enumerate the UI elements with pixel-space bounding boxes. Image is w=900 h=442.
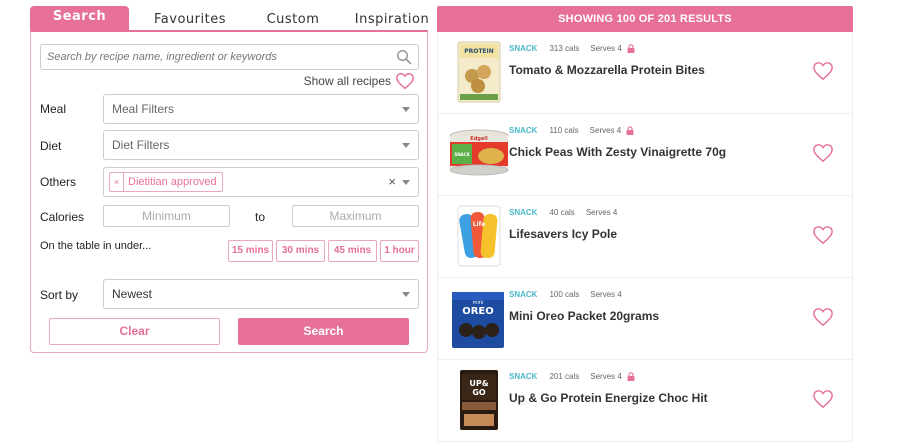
search-button[interactable]: Search [238,318,409,345]
favourite-heart-icon[interactable] [812,307,834,327]
favourite-heart-icon[interactable] [812,61,834,81]
chevron-down-icon [402,107,410,112]
tab-search[interactable]: Search [30,6,129,30]
show-all-label: Show all recipes [303,74,391,88]
serves-text: Serves 4 [590,44,622,53]
lock-icon [627,44,635,53]
calories-text: 40 cals [549,208,575,217]
meal-type-label: SNACK [509,290,538,299]
meal-select-value: Meal Filters [112,102,175,116]
lock-icon [627,372,635,381]
tab-inspiration[interactable]: Inspiration [342,6,442,30]
result-item[interactable]: OREO mini SNACK 100 cals Serves 4 Mini O… [438,278,852,360]
results-header: SHOWING 100 OF 201 RESULTS [437,6,853,32]
calories-text: 110 cals [549,126,579,135]
calories-label: Calories [40,210,85,224]
calories-text: 313 cals [549,44,580,53]
product-image: SNACK Edgell [449,129,509,176]
meal-type-label: SNACK [509,126,538,135]
lock-icon [626,126,634,135]
favourite-heart-icon[interactable] [812,389,834,409]
serves-text: Serves 4 [590,372,622,381]
favourite-heart-icon[interactable] [812,225,834,245]
svg-text:SNACK: SNACK [454,152,470,157]
result-meta: SNACK 110 cals Serves 4 [509,126,634,135]
result-title[interactable]: Lifesavers Icy Pole [509,227,617,241]
product-image: Life [457,205,501,267]
diet-select-value: Diet Filters [112,138,170,152]
time-30-button[interactable]: 30 mins [276,240,325,262]
diet-select[interactable]: Diet Filters [103,130,419,160]
calories-text: 201 cals [549,372,580,381]
meal-select[interactable]: Meal Filters [103,94,419,124]
sort-label: Sort by [40,288,79,302]
svg-text:PROTEIN: PROTEIN [464,48,494,55]
time-60-button[interactable]: 1 hour [380,240,419,262]
product-image: OREO mini [452,292,504,348]
result-meta: SNACK 313 cals Serves 4 [509,44,635,53]
result-title[interactable]: Tomato & Mozzarella Protein Bites [509,63,705,77]
clear-selection-icon[interactable]: × [388,168,396,196]
recipe-tabs: Search Favourites Custom Inspiration [30,6,429,30]
meal-type-label: SNACK [509,372,538,381]
svg-text:Edgell: Edgell [470,136,488,142]
result-title[interactable]: Up & Go Protein Energize Choc Hit [509,391,708,405]
meal-label: Meal [40,102,67,116]
meal-type-label: SNACK [509,44,538,53]
result-item[interactable]: UP& GO SNACK 201 cals Serves 4 Up & Go P… [438,360,852,442]
others-select[interactable]: × Dietitian approved × [103,167,419,197]
svg-text:OREO: OREO [462,306,494,317]
result-item[interactable]: PROTEIN SNACK 313 cals Serves 4 Tomato &… [438,32,852,114]
chevron-down-icon [402,143,410,148]
result-title[interactable]: Chick Peas With Zesty Vinaigrette 70g [509,145,726,159]
chevron-down-icon [402,180,410,185]
result-item[interactable]: Life SNACK 40 cals Serves 4 Lifesavers I… [438,196,852,278]
chevron-down-icon [402,292,410,297]
result-meta: SNACK 100 cals Serves 4 [509,290,622,299]
calories-text: 100 cals [549,290,580,299]
result-item[interactable]: SNACK Edgell SNACK 110 cals Serves 4 Chi… [438,114,852,196]
search-box [40,44,419,70]
sort-select-value: Newest [112,287,153,301]
chip-remove-button[interactable]: × [110,173,124,191]
search-icon[interactable] [396,49,412,65]
result-meta: SNACK 40 cals Serves 4 [509,208,617,217]
show-all-recipes[interactable]: Show all recipes [304,72,415,90]
results-list: PROTEIN SNACK 313 cals Serves 4 Tomato &… [437,32,853,442]
favourite-heart-icon[interactable] [812,143,834,163]
chip-label: Dietitian approved [128,176,217,188]
filter-chip: × Dietitian approved [109,172,223,192]
meal-type-label: SNACK [509,208,538,217]
calories-max-input[interactable]: Maximum [292,205,419,227]
serves-text: Serves 4 [585,208,618,217]
calories-to-label: to [255,210,266,224]
product-image: PROTEIN [457,41,501,103]
serves-text: Serves 4 [590,290,622,299]
result-title[interactable]: Mini Oreo Packet 20grams [509,309,659,323]
svg-text:UP&: UP& [469,379,488,388]
search-panel: Show all recipes Meal Meal Filters Diet … [30,30,428,353]
diet-label: Diet [40,139,62,153]
sort-select[interactable]: Newest [103,279,419,309]
product-image: UP& GO [460,370,498,430]
search-input[interactable] [41,45,386,69]
others-label: Others [40,175,77,189]
svg-text:mini: mini [473,300,484,306]
calories-min-input[interactable]: Minimum [103,205,230,227]
tab-custom[interactable]: Custom [244,6,342,30]
heart-icon [396,72,414,90]
result-meta: SNACK 201 cals Serves 4 [509,372,635,381]
time-15-button[interactable]: 15 mins [228,240,273,262]
serves-text: Serves 4 [589,126,622,135]
tab-favourites[interactable]: Favourites [142,6,238,30]
time-label: On the table in under... [40,240,152,252]
svg-text:GO: GO [472,388,486,397]
clear-button[interactable]: Clear [49,318,220,345]
time-45-button[interactable]: 45 mins [328,240,377,262]
svg-text:Life: Life [473,221,486,228]
